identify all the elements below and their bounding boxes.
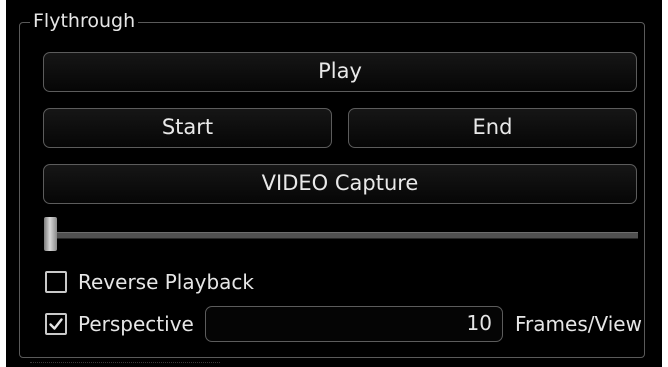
frames-per-view-label: Frames/View bbox=[515, 312, 642, 336]
next-group-edge bbox=[30, 362, 220, 365]
perspective-label: Perspective bbox=[78, 312, 194, 336]
checkmark-icon bbox=[49, 318, 63, 330]
reverse-playback-checkbox[interactable] bbox=[45, 271, 67, 293]
start-button[interactable]: Start bbox=[43, 108, 332, 148]
end-button[interactable]: End bbox=[348, 108, 637, 148]
group-title: Flythrough bbox=[30, 10, 139, 32]
perspective-checkbox[interactable] bbox=[45, 313, 67, 335]
flythrough-slider-thumb[interactable] bbox=[44, 217, 57, 251]
reverse-playback-label: Reverse Playback bbox=[78, 270, 254, 294]
flythrough-slider-track[interactable] bbox=[50, 232, 638, 239]
play-button[interactable]: Play bbox=[43, 52, 637, 92]
video-capture-button[interactable]: VIDEO Capture bbox=[43, 164, 637, 204]
frames-per-view-input[interactable]: 10 bbox=[205, 306, 503, 342]
